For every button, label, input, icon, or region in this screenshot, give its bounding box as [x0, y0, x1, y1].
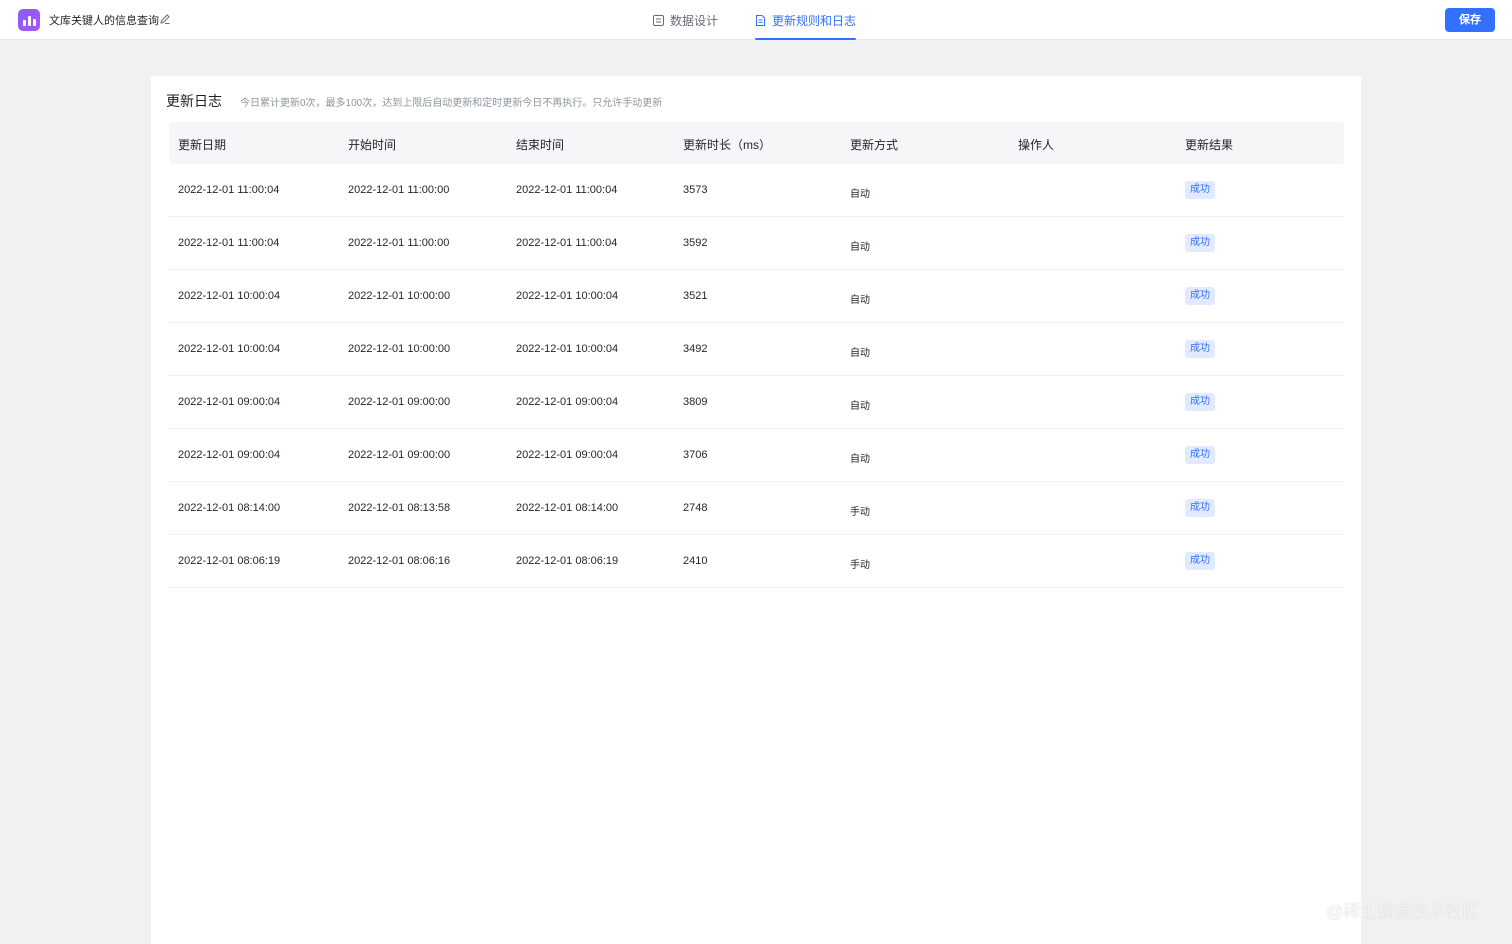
cell-method: 自动 [850, 295, 870, 306]
cell-date: 2022-12-01 11:00:04 [178, 237, 280, 249]
update-log-table: 更新日期 开始时间 结束时间 更新时长（ms） 更新方式 操作人 更新结果 20… [169, 122, 1344, 588]
update-limit-note: 今日累计更新0次，最多100次，达到上限后自动更新和定时更新今日不再执行。只允许… [240, 98, 663, 109]
cell-duration: 3706 [683, 449, 708, 461]
tab-label: 更新规则和日志 [772, 13, 857, 28]
column-header: 更新方式 [850, 138, 899, 152]
cell-duration: 3521 [683, 290, 708, 302]
cell-method: 自动 [850, 401, 870, 412]
cell-end: 2022-12-01 11:00:04 [516, 184, 618, 196]
cell-duration: 2748 [683, 502, 708, 514]
column-header: 更新日期 [178, 138, 227, 152]
cell-start: 2022-12-01 10:00:00 [348, 343, 451, 355]
cell-end: 2022-12-01 11:00:04 [516, 237, 618, 249]
cell-method: 手动 [850, 560, 870, 571]
table-header: 更新日期 开始时间 结束时间 更新时长（ms） 更新方式 操作人 更新结果 [169, 122, 1344, 164]
cell-end: 2022-12-01 09:00:04 [516, 449, 619, 461]
top-bar: 文库关键人的信息查询 数据设计 更新规则和日志 保存 [0, 0, 1512, 40]
tab-data-design[interactable]: 数据设计 [653, 0, 718, 40]
data-design-icon [653, 14, 664, 26]
cell-start: 2022-12-01 09:00:00 [348, 449, 451, 461]
status-badge: 成功 [1185, 393, 1215, 411]
cell-method: 自动 [850, 189, 870, 200]
cell-date: 2022-12-01 10:00:04 [178, 343, 281, 355]
table-row: 2022-12-01 10:00:04 2022-12-01 10:00:00 … [169, 323, 1344, 376]
cell-start: 2022-12-01 11:00:00 [348, 237, 450, 249]
cell-date: 2022-12-01 09:00:04 [178, 449, 281, 461]
document-icon [756, 14, 765, 26]
cell-end: 2022-12-01 08:06:19 [516, 555, 619, 567]
cell-duration: 2410 [683, 555, 708, 567]
cell-date: 2022-12-01 09:00:04 [178, 396, 281, 408]
cell-method: 自动 [850, 454, 870, 465]
cell-duration: 3592 [683, 237, 708, 249]
cell-duration: 3809 [683, 396, 708, 408]
tab-label: 数据设计 [670, 13, 719, 28]
tab-update-rules-log[interactable]: 更新规则和日志 [755, 0, 857, 40]
cell-duration: 3492 [683, 343, 708, 355]
cell-duration: 3573 [683, 184, 708, 196]
cell-end: 2022-12-01 10:00:04 [516, 290, 619, 302]
column-header: 更新时长（ms） [683, 138, 771, 152]
column-header: 操作人 [1018, 138, 1055, 152]
save-button[interactable]: 保存 [1445, 8, 1495, 32]
cell-end: 2022-12-01 09:00:04 [516, 396, 619, 408]
status-badge: 成功 [1185, 552, 1215, 570]
table-row: 2022-12-01 08:14:00 2022-12-01 08:13:58 … [169, 482, 1344, 535]
cell-end: 2022-12-01 10:00:04 [516, 343, 619, 355]
cell-date: 2022-12-01 10:00:04 [178, 290, 281, 302]
cell-start: 2022-12-01 09:00:00 [348, 396, 451, 408]
table-row: 2022-12-01 09:00:04 2022-12-01 09:00:00 … [169, 376, 1344, 429]
column-header: 开始时间 [348, 138, 397, 152]
status-badge: 成功 [1185, 499, 1215, 517]
edit-icon[interactable] [159, 13, 171, 25]
app-title: 文库关键人的信息查询 [49, 15, 159, 27]
cell-method: 自动 [850, 348, 870, 359]
table-row: 2022-12-01 10:00:04 2022-12-01 10:00:00 … [169, 270, 1344, 323]
table-row: 2022-12-01 08:06:19 2022-12-01 08:06:16 … [169, 535, 1344, 588]
column-header: 更新结果 [1185, 138, 1234, 152]
table-row: 2022-12-01 09:00:04 2022-12-01 09:00:00 … [169, 429, 1344, 482]
cell-date: 2022-12-01 08:06:19 [178, 555, 281, 567]
update-log-panel: 更新日志 今日累计更新0次，最多100次，达到上限后自动更新和定时更新今日不再执… [151, 76, 1361, 944]
status-badge: 成功 [1185, 287, 1215, 305]
cell-start: 2022-12-01 08:06:16 [348, 555, 451, 567]
status-badge: 成功 [1185, 234, 1215, 252]
cell-method: 自动 [850, 242, 870, 253]
app-logo-icon [18, 9, 40, 31]
cell-date: 2022-12-01 08:14:00 [178, 502, 281, 514]
cell-start: 2022-12-01 10:00:00 [348, 290, 451, 302]
cell-end: 2022-12-01 08:14:00 [516, 502, 619, 514]
watermark: @稀土掘金技术社区 [1326, 902, 1480, 921]
table-row: 2022-12-01 11:00:04 2022-12-01 11:00:00 … [169, 217, 1344, 270]
panel-title: 更新日志 [166, 93, 222, 109]
status-badge: 成功 [1185, 181, 1215, 199]
cell-method: 手动 [850, 507, 870, 518]
cell-date: 2022-12-01 11:00:04 [178, 184, 280, 196]
table-row: 2022-12-01 11:00:04 2022-12-01 11:00:00 … [169, 164, 1344, 217]
status-badge: 成功 [1185, 446, 1215, 464]
cell-start: 2022-12-01 08:13:58 [348, 502, 451, 514]
status-badge: 成功 [1185, 340, 1215, 358]
cell-start: 2022-12-01 11:00:00 [348, 184, 450, 196]
column-header: 结束时间 [516, 138, 565, 152]
